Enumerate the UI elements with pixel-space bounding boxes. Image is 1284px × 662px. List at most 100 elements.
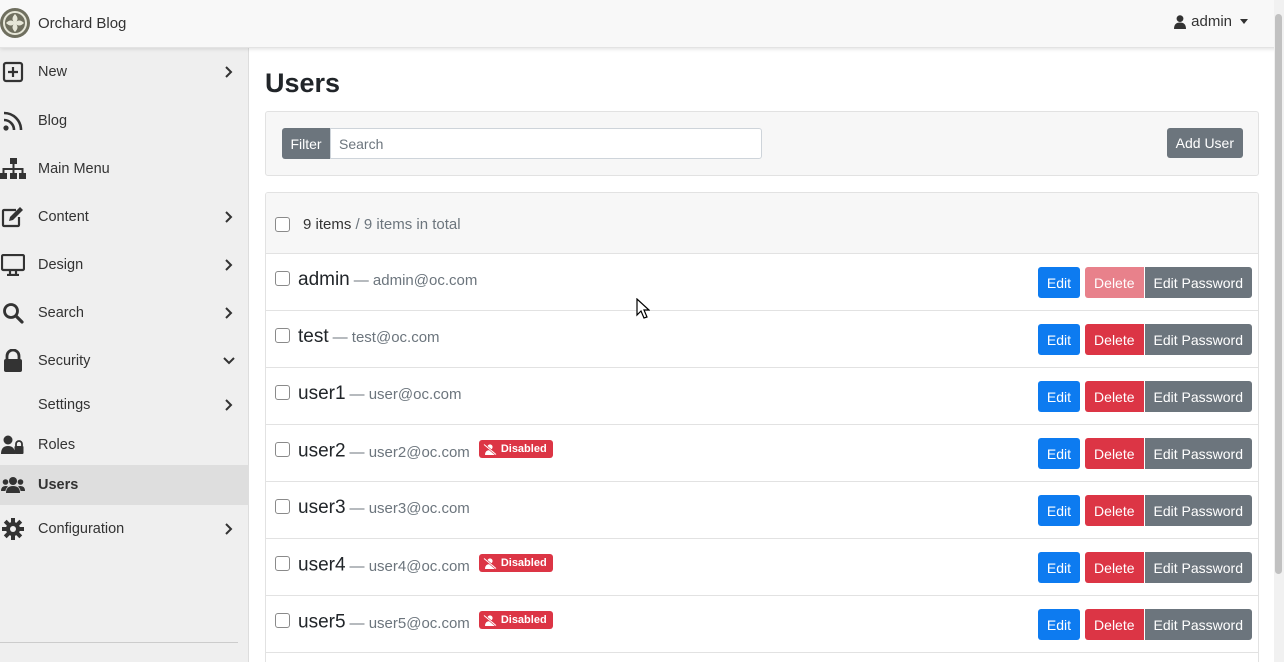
chevron-right-icon <box>222 522 236 536</box>
user-email-text: user@oc.com <box>368 386 462 403</box>
edit-button[interactable]: Edit <box>1037 267 1081 298</box>
sidebar-item-search[interactable]: Search <box>0 291 249 335</box>
sidebar-item-settings[interactable]: Settings <box>0 383 249 427</box>
edit-button[interactable]: Edit <box>1037 552 1081 583</box>
sidebar-item-content[interactable]: Content <box>0 195 249 239</box>
table-row: user1— user@oc.com Edit Delete Edit Passwor… <box>266 368 1258 425</box>
user-email: — user3@oc.com <box>350 500 470 517</box>
disabled-badge-label: Disabled <box>500 443 547 455</box>
row-checkbox[interactable] <box>275 328 290 343</box>
row-actions: Edit Delete Edit Password <box>1037 381 1252 412</box>
select-all-checkbox[interactable] <box>275 217 290 232</box>
sidebar-item-users[interactable]: Users <box>0 465 249 505</box>
user-email: — test@oc.com <box>333 329 440 346</box>
row-checkbox[interactable] <box>275 556 290 571</box>
user-name: test — test@oc.com <box>298 326 440 348</box>
brand-link[interactable]: Orchard Blog <box>0 6 126 40</box>
delete-button[interactable]: Delete <box>1085 438 1144 469</box>
table-row: admin — admin@oc.com Edit Delete Edit Passwo… <box>266 254 1258 311</box>
edit-password-button[interactable]: Edit Password <box>1144 609 1252 640</box>
row-checkbox[interactable] <box>275 442 290 457</box>
edit-password-button[interactable]: Edit Password <box>1144 438 1252 469</box>
sidebar-item-security[interactable]: Security <box>0 339 249 383</box>
sidebar-item-label: Settings <box>38 397 91 413</box>
sidebar-item-label: Main Menu <box>38 161 110 177</box>
sidebar-item-new[interactable]: New <box>0 50 249 94</box>
row-checkbox[interactable] <box>275 385 290 400</box>
gear-icon <box>0 516 26 542</box>
sidebar-item-label: Search <box>38 305 84 321</box>
user-menu-toggle[interactable]: admin <box>1174 13 1248 30</box>
user-name-text: user2 <box>298 440 346 462</box>
user-email: — user2@oc.com <box>350 444 470 461</box>
disabled-badge: Disabled <box>478 611 553 629</box>
user-name: admin — admin@oc.com <box>298 269 477 291</box>
user-menu-label: admin <box>1191 13 1232 30</box>
top-navbar: Orchard Blog admin <box>0 0 1284 48</box>
edit-password-button[interactable]: Edit Password <box>1144 495 1252 526</box>
chevron-right-icon <box>222 210 236 224</box>
edit-button[interactable]: Edit <box>1037 609 1081 640</box>
user-name-text: admin <box>298 269 350 290</box>
disabled-badge-label: Disabled <box>500 614 547 626</box>
rss-icon <box>0 108 26 134</box>
sidebar: New Blog Main Menu Content Design Search <box>0 48 249 662</box>
sidebar-item-roles[interactable]: Roles <box>0 423 249 467</box>
sidebar-item-main-menu[interactable]: Main Menu <box>0 147 249 191</box>
delete-button[interactable]: Delete <box>1085 324 1144 355</box>
chevron-right-icon <box>222 398 236 412</box>
edit-password-button[interactable]: Edit Password <box>1144 381 1252 412</box>
edit-password-button[interactable]: Edit Password <box>1144 324 1252 355</box>
edit-button[interactable]: Edit <box>1037 324 1081 355</box>
sidebar-item-label: Content <box>38 209 89 225</box>
user-email-text: user2@oc.com <box>368 443 470 461</box>
user-email-text: user5@oc.com <box>368 614 470 632</box>
user-slash-icon <box>483 614 497 626</box>
chevron-right-icon <box>222 306 236 320</box>
user-slash-icon <box>483 443 497 455</box>
table-row: user3— user3@oc.com Edit Delete Edit Passwo… <box>266 482 1258 539</box>
user-icon <box>1174 14 1187 29</box>
disabled-badge: Disabled <box>478 440 553 458</box>
edit-button[interactable]: Edit <box>1037 381 1081 412</box>
sidebar-item-label: Blog <box>38 113 68 129</box>
page-title: Users <box>265 68 341 98</box>
delete-button[interactable]: Delete <box>1085 552 1144 583</box>
disabled-badge: Disabled <box>478 554 553 572</box>
edit-button[interactable]: Edit <box>1037 495 1081 526</box>
delete-button[interactable]: Delete <box>1085 381 1144 412</box>
user-name-text: user3 <box>298 497 346 518</box>
edit-password-button[interactable]: Edit Password <box>1144 552 1252 583</box>
user-email-text: test@oc.com <box>351 329 440 346</box>
row-checkbox[interactable] <box>275 499 290 514</box>
user-name: user1— user@oc.com <box>298 383 461 405</box>
sitemap-icon <box>0 156 26 182</box>
edit-password-button[interactable]: Edit Password <box>1144 267 1252 298</box>
sidebar-item-blog[interactable]: Blog <box>0 99 249 143</box>
chevron-right-icon <box>222 65 236 79</box>
add-user-button[interactable]: Add User <box>1166 128 1243 158</box>
sidebar-item-design[interactable]: Design <box>0 243 249 287</box>
separator: — <box>349 557 365 575</box>
sidebar-item-configuration[interactable]: Configuration <box>0 507 249 551</box>
separator: — <box>349 500 365 517</box>
caret-down-icon <box>1240 19 1248 24</box>
row-checkbox[interactable] <box>275 613 290 628</box>
delete-button[interactable]: Delete <box>1085 267 1144 298</box>
edit-icon <box>0 204 26 230</box>
search-input[interactable] <box>330 128 762 159</box>
delete-button[interactable]: Delete <box>1085 609 1144 640</box>
items-count: 9 items <box>303 216 352 233</box>
search-icon <box>0 300 26 326</box>
row-actions: Edit Delete Edit Password <box>1037 609 1252 640</box>
items-total: / 9 items in total <box>351 216 461 233</box>
row-checkbox[interactable] <box>275 271 290 286</box>
user-email-text: user4@oc.com <box>368 557 470 575</box>
sidebar-item-label: Security <box>38 353 91 369</box>
edit-button[interactable]: Edit <box>1037 438 1081 469</box>
scrollbar-thumb[interactable] <box>1275 14 1282 574</box>
user-email: — user5@oc.com <box>350 615 470 632</box>
delete-button[interactable]: Delete <box>1085 495 1144 526</box>
main-content: Users Filter Add User 9 items / 9 items … <box>250 48 1274 662</box>
page-scrollbar[interactable] <box>1274 0 1284 662</box>
